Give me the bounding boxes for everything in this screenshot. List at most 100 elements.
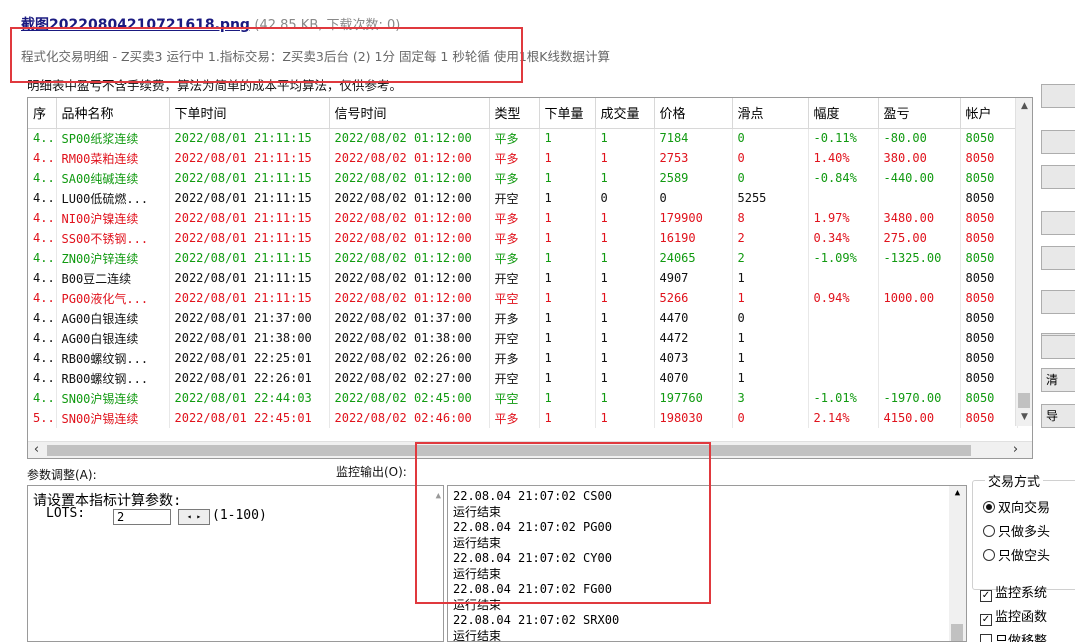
side-button[interactable] <box>1041 130 1075 154</box>
lots-input[interactable]: 2 <box>113 509 171 525</box>
side-button[interactable] <box>1041 246 1075 270</box>
table-cell: 2 <box>732 228 809 248</box>
params-panel[interactable]: 请设置本指标计算参数: LOTS: 2 ◂ ▸ (1-100) ▲ <box>27 485 444 642</box>
table-row[interactable]: 4.. RB00螺纹钢... 2022/08/01 22:25:01 2022/08/… <box>28 348 1018 368</box>
column-header[interactable]: 类型 <box>489 98 540 129</box>
table-row[interactable]: 4.. PG00液化气... 2022/08/01 21:11:15 2022/08/… <box>28 288 1018 308</box>
table-cell: 1 <box>732 328 809 348</box>
table-cell: 2753 <box>654 148 733 168</box>
table-cell: 2022/08/01 21:11:15 <box>169 208 330 228</box>
file-link[interactable]: 截图20220804210721618.png (42.85 KB, 下载次数:… <box>21 14 400 34</box>
side-button[interactable] <box>1041 211 1075 235</box>
table-row[interactable]: 4.. ZN00沪锌连续 2022/08/01 21:11:15 2022/08/02… <box>28 248 1018 268</box>
table-cell: 2022/08/01 21:11:15 <box>169 268 330 288</box>
table-cell: 5266 <box>654 288 733 308</box>
scroll-thumb-h[interactable] <box>47 445 971 456</box>
table-cell <box>878 368 961 388</box>
option-checkbox[interactable]: 只做移整 <box>980 630 1047 642</box>
table-cell: 2 <box>732 248 809 268</box>
option-checkbox[interactable]: ✓ 监控系统 <box>980 582 1047 602</box>
table-cell: 24065 <box>654 248 733 268</box>
table-cell: -80.00 <box>878 128 961 148</box>
column-header[interactable]: 下单时间 <box>169 98 330 129</box>
table-cell: 0 <box>732 148 809 168</box>
table-cell <box>808 268 879 288</box>
column-header[interactable]: 幅度 <box>808 98 879 129</box>
radio-dot-icon[interactable] <box>983 549 995 561</box>
table-cell: 平空 <box>489 288 540 308</box>
trade-mode-radio[interactable]: 双向交易 <box>983 497 1050 516</box>
scroll-up-icon[interactable]: ▲ <box>1016 98 1032 115</box>
lots-range: (1-100) <box>212 508 267 523</box>
table-cell: SA00纯碱连续 <box>56 168 170 188</box>
checkbox-unchecked-icon[interactable] <box>980 634 992 642</box>
table-row[interactable]: 4.. RM00菜粕连续 2022/08/01 21:11:15 2022/08/02… <box>28 148 1018 168</box>
table-row[interactable]: 4.. AG00白银连续 2022/08/01 21:37:00 2022/08/02… <box>28 308 1018 328</box>
radio-label: 只做多头 <box>998 525 1051 540</box>
side-button[interactable] <box>1041 290 1075 314</box>
table-cell: -1.01% <box>808 388 879 408</box>
monitor-output-panel[interactable]: 22.08.04 21:07:02 CS00 运行结束 22.08.04 21:07… <box>447 485 967 642</box>
side-button[interactable]: 导 <box>1041 404 1075 428</box>
radio-dot-icon[interactable] <box>983 501 995 513</box>
table-cell: 1000.00 <box>878 288 961 308</box>
monitor-scroll-up-icon[interactable]: ▲ <box>949 488 966 498</box>
grid-vertical-scrollbar[interactable]: ▲ ▼ <box>1015 98 1032 426</box>
table-row[interactable]: 4.. B00豆二连续 2022/08/01 21:11:15 2022/08/02 … <box>28 268 1018 288</box>
table-row[interactable]: 4.. NI00沪镍连续 2022/08/01 21:11:15 2022/08/02… <box>28 208 1018 228</box>
side-button[interactable] <box>1041 84 1075 108</box>
checkbox-checked-icon[interactable]: ✓ <box>980 590 992 602</box>
column-header[interactable]: 帐户 <box>960 98 1018 129</box>
column-header[interactable]: 滑点 <box>732 98 809 129</box>
table-cell: -1325.00 <box>878 248 961 268</box>
column-header[interactable]: 下单量 <box>539 98 596 129</box>
side-button[interactable]: 清 <box>1041 368 1075 392</box>
trade-detail-grid[interactable]: 序品种名称 下单时间 信号时间 类型 下单量 成交量 价格 滑点 幅度 盈亏 帐户 4.. SP00纸… <box>27 97 1033 459</box>
monitor-scroll-thumb[interactable] <box>951 624 963 641</box>
lots-stepper[interactable]: ◂ ▸ <box>178 509 210 525</box>
side-button[interactable] <box>1041 165 1075 189</box>
table-cell: 2022/08/02 01:12:00 <box>329 148 490 168</box>
column-header[interactable]: 成交量 <box>595 98 655 129</box>
table-row[interactable]: 4.. LU00低硫燃... 2022/08/01 21:11:15 2022/08/… <box>28 188 1018 208</box>
table-row[interactable]: 4.. SS00不锈钢... 2022/08/01 21:11:15 2022/08/… <box>28 228 1018 248</box>
table-row[interactable]: 5.. SN00沪锡连续 2022/08/01 22:45:01 2022/08/02… <box>28 408 1018 428</box>
radio-dot-icon[interactable] <box>983 525 995 537</box>
side-button[interactable] <box>1041 335 1075 359</box>
table-row[interactable]: 4.. RB00螺纹钢... 2022/08/01 22:26:01 2022/08/… <box>28 368 1018 388</box>
column-header[interactable]: 品种名称 <box>56 98 170 129</box>
column-header[interactable]: 价格 <box>654 98 733 129</box>
monitor-scrollbar[interactable]: ▲ <box>949 486 966 641</box>
trade-mode-radio[interactable]: 只做多头 <box>983 521 1050 540</box>
table-cell: 开空 <box>489 368 540 388</box>
scroll-right-icon[interactable]: › <box>1007 442 1024 458</box>
table-row[interactable]: 4.. SN00沪锡连续 2022/08/01 22:44:03 2022/08/02… <box>28 388 1018 408</box>
table-cell: B00豆二连续 <box>56 268 170 288</box>
table-row[interactable]: 4.. AG00白银连续 2022/08/01 21:38:00 2022/08/02… <box>28 328 1018 348</box>
scroll-down-icon[interactable]: ▼ <box>1016 409 1032 426</box>
table-cell: 1 <box>539 228 596 248</box>
monitor-entry-time: 22.08.04 21:07:02 PG00 <box>453 520 612 534</box>
monitor-entry-time: 22.08.04 21:07:02 SRX00 <box>453 613 620 627</box>
grid-horizontal-scrollbar[interactable]: ‹ › <box>28 441 1032 458</box>
scroll-left-icon[interactable]: ‹ <box>28 442 45 458</box>
params-scroll-up-icon[interactable]: ▲ <box>436 491 441 501</box>
table-cell: -440.00 <box>878 168 961 188</box>
column-header[interactable]: 序 <box>28 98 57 129</box>
option-checkbox[interactable]: ✓ 监控函数 <box>980 606 1047 626</box>
table-cell: 8050 <box>960 148 1018 168</box>
scroll-thumb[interactable] <box>1018 393 1030 408</box>
column-header[interactable]: 信号时间 <box>329 98 490 129</box>
trade-mode-radio[interactable]: 只做空头 <box>983 545 1050 564</box>
table-row[interactable]: 4.. SP00纸浆连续 2022/08/01 21:11:15 2022/08/02… <box>28 128 1018 148</box>
table-cell: 2022/08/01 21:11:15 <box>169 288 330 308</box>
table-cell: PG00液化气... <box>56 288 170 308</box>
column-header[interactable]: 盈亏 <box>878 98 961 129</box>
table-cell: 1 <box>539 268 596 288</box>
checkbox-checked-icon[interactable]: ✓ <box>980 614 992 626</box>
monitor-entry-message: 运行结束 <box>453 628 502 642</box>
file-name[interactable]: 截图20220804210721618.png <box>21 17 250 33</box>
table-cell: -1970.00 <box>878 388 961 408</box>
table-row[interactable]: 4.. SA00纯碱连续 2022/08/01 21:11:15 2022/08/02… <box>28 168 1018 188</box>
table-cell: 2022/08/02 02:46:00 <box>329 408 490 428</box>
